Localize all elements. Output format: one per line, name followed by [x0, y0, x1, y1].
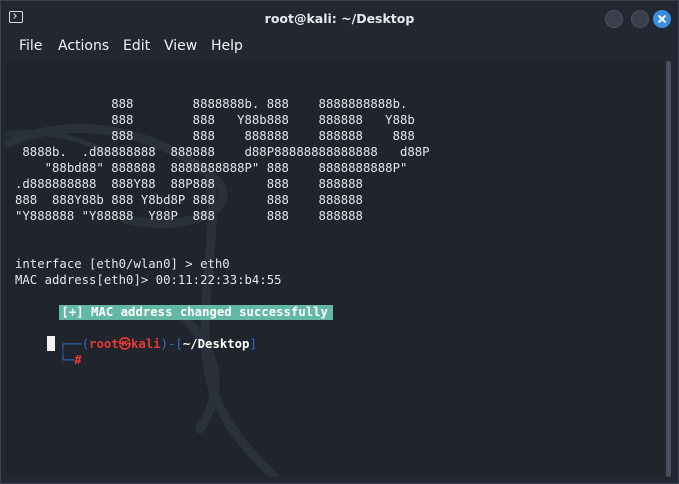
title-bar[interactable]: root@kali: ~/Desktop	[1, 1, 678, 35]
prompt-hash-symbol: #	[74, 353, 82, 367]
banner-line-3: 888 888 888888 888888 888	[15, 129, 415, 143]
menu-actions[interactable]: Actions	[58, 38, 109, 54]
menu-bar: File Actions Edit View Help	[1, 35, 678, 59]
banner-line-5: "88bd88" 888888 8888888888P" 888 8888888…	[15, 161, 408, 175]
banner-line-2: 888 888 Y88b888 888888 Y88b	[15, 113, 415, 127]
prompt-mid: )-[	[160, 337, 183, 351]
prompt-user: root	[89, 337, 119, 351]
prompt-at-symbol: ㉿	[118, 337, 131, 351]
menu-file[interactable]: File	[19, 38, 42, 54]
prompt-host: kali	[130, 337, 161, 351]
terminal-window: root@kali: ~/Desktop File Actions Edit V…	[0, 0, 679, 484]
prompt-close: ]	[249, 337, 257, 351]
banner-line-7: 888 888Y88b 888 Y8bd8P 888 888 888888	[15, 193, 363, 207]
maximize-button[interactable]	[631, 10, 649, 28]
mac-address-line: MAC address[eth0]> 00:11:22:33:b4:55	[15, 273, 282, 287]
menu-edit[interactable]: Edit	[123, 38, 150, 54]
prompt-hash: └─	[59, 353, 75, 367]
banner-line-6: .d888888888 888Y88 88P888 888 888888	[15, 177, 363, 191]
text-cursor	[47, 336, 55, 351]
window-title: root@kali: ~/Desktop	[264, 11, 415, 26]
scrollbar[interactable]	[666, 61, 671, 477]
banner-line-4: 8888b. .d88888888 888888 d88P88888888888…	[15, 145, 430, 159]
terminal-area[interactable]: 888 8888888b. 888 8888888888b. 888 888 Y…	[5, 59, 664, 477]
success-message: [+] MAC address changed successfully	[59, 305, 333, 320]
minimize-button[interactable]	[605, 10, 623, 28]
interface-prompt-line: interface [eth0/wlan0] > eth0	[15, 257, 230, 271]
menu-view[interactable]: View	[164, 38, 197, 54]
close-button[interactable]	[653, 10, 671, 28]
prompt-path: ~/Desktop	[182, 337, 250, 351]
banner-line-8: "Y888888 "Y88888 Y88P 888 888 888888	[15, 209, 363, 223]
menu-help[interactable]: Help	[211, 38, 243, 54]
banner-line-1: 888 8888888b. 888 8888888888b.	[15, 97, 408, 111]
